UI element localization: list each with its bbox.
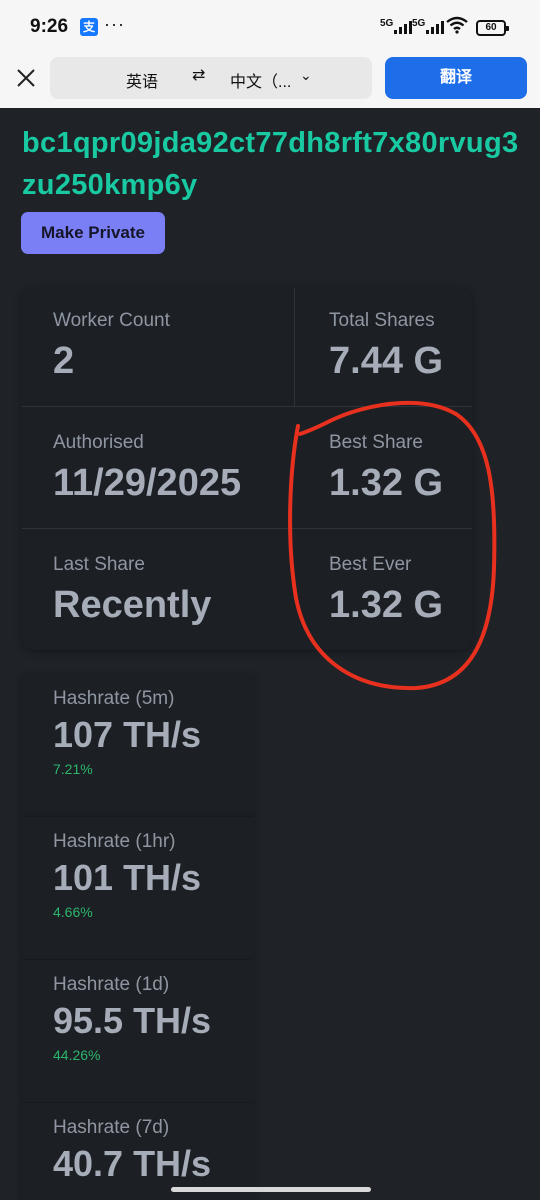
stat-label: Authorised [53, 432, 144, 453]
status-time: 9:26 [30, 16, 69, 37]
hashrate-value: 95.5 TH/s [53, 1000, 212, 1041]
stat-label: Worker Count [53, 310, 170, 331]
stat-authorised: Authorised 11/29/2025 [53, 410, 293, 530]
stat-value: 1.32 G [329, 462, 444, 504]
stat-value: 7.44 G [329, 340, 444, 382]
language-selector[interactable]: 英语 ⇄ 中文（... ⌄ [50, 57, 372, 99]
target-language[interactable]: 中文（... [230, 68, 291, 92]
stat-value: Recently [53, 584, 212, 626]
stat-worker-count: Worker Count 2 [53, 288, 293, 408]
stat-last-share: Last Share Recently [53, 532, 293, 652]
divider [294, 288, 295, 406]
wifi-icon [446, 16, 468, 34]
network-5g-label-2: 5G [412, 18, 426, 29]
signal-bars-icon [394, 20, 412, 34]
alipay-icon: 支 [80, 18, 98, 36]
source-language[interactable]: 英语 [126, 68, 158, 92]
translate-button[interactable]: 翻译 [385, 57, 527, 99]
make-private-button[interactable]: Make Private [21, 212, 165, 254]
hashrate-change: 7.21% [53, 761, 93, 777]
stats-card: Worker Count 2 Total Shares 7.44 G Autho… [22, 288, 472, 650]
hashrate-value: 107 TH/s [53, 714, 202, 755]
hashrate-change: 44.26% [53, 1047, 101, 1063]
close-icon[interactable] [12, 64, 40, 92]
status-bar: 9:26 支 ··· 5G 5G 60 [0, 0, 540, 56]
signal-bars-icon-2 [426, 20, 444, 34]
stat-label: Best Ever [329, 554, 412, 575]
hashrate-label: Hashrate (5m) [53, 688, 175, 709]
stat-value: 2 [53, 340, 75, 382]
home-indicator[interactable] [171, 1187, 371, 1192]
more-notifications-icon: ··· [104, 14, 125, 34]
hashrate-card-7d: Hashrate (7d) 40.7 TH/s [22, 1103, 254, 1200]
chevron-down-icon[interactable]: ⌄ [300, 67, 312, 84]
hashrate-label: Hashrate (1d) [53, 974, 170, 995]
translation-bar: 英语 ⇄ 中文（... ⌄ 翻译 [0, 56, 540, 108]
hashrate-card-1hr: Hashrate (1hr) 101 TH/s 4.66% [22, 817, 254, 959]
stat-total-shares: Total Shares 7.44 G [329, 288, 540, 408]
hashrate-value: 40.7 TH/s [53, 1143, 212, 1184]
stat-label: Last Share [53, 554, 145, 575]
battery-icon: 60 [476, 20, 509, 36]
hashrate-label: Hashrate (1hr) [53, 831, 176, 852]
stat-best-share: Best Share 1.32 G [329, 410, 540, 530]
hashrate-change: 4.66% [53, 904, 93, 920]
wallet-address: bc1qpr09jda92ct77dh8rft7x80rvug3zu250kmp… [22, 127, 519, 201]
stat-label: Total Shares [329, 310, 435, 331]
stat-best-ever: Best Ever 1.32 G [329, 532, 540, 652]
stat-label: Best Share [329, 432, 423, 453]
hashrate-label: Hashrate (7d) [53, 1117, 170, 1138]
stat-value: 11/29/2025 [53, 462, 242, 504]
stat-value: 1.32 G [329, 584, 444, 626]
hashrate-card-1d: Hashrate (1d) 95.5 TH/s 44.26% [22, 960, 254, 1102]
hashrate-card-5m: Hashrate (5m) 107 TH/s 7.21% [22, 674, 254, 816]
swap-languages-icon[interactable]: ⇄ [192, 65, 205, 85]
network-5g-label: 5G [380, 18, 394, 29]
hashrate-value: 101 TH/s [53, 857, 202, 898]
